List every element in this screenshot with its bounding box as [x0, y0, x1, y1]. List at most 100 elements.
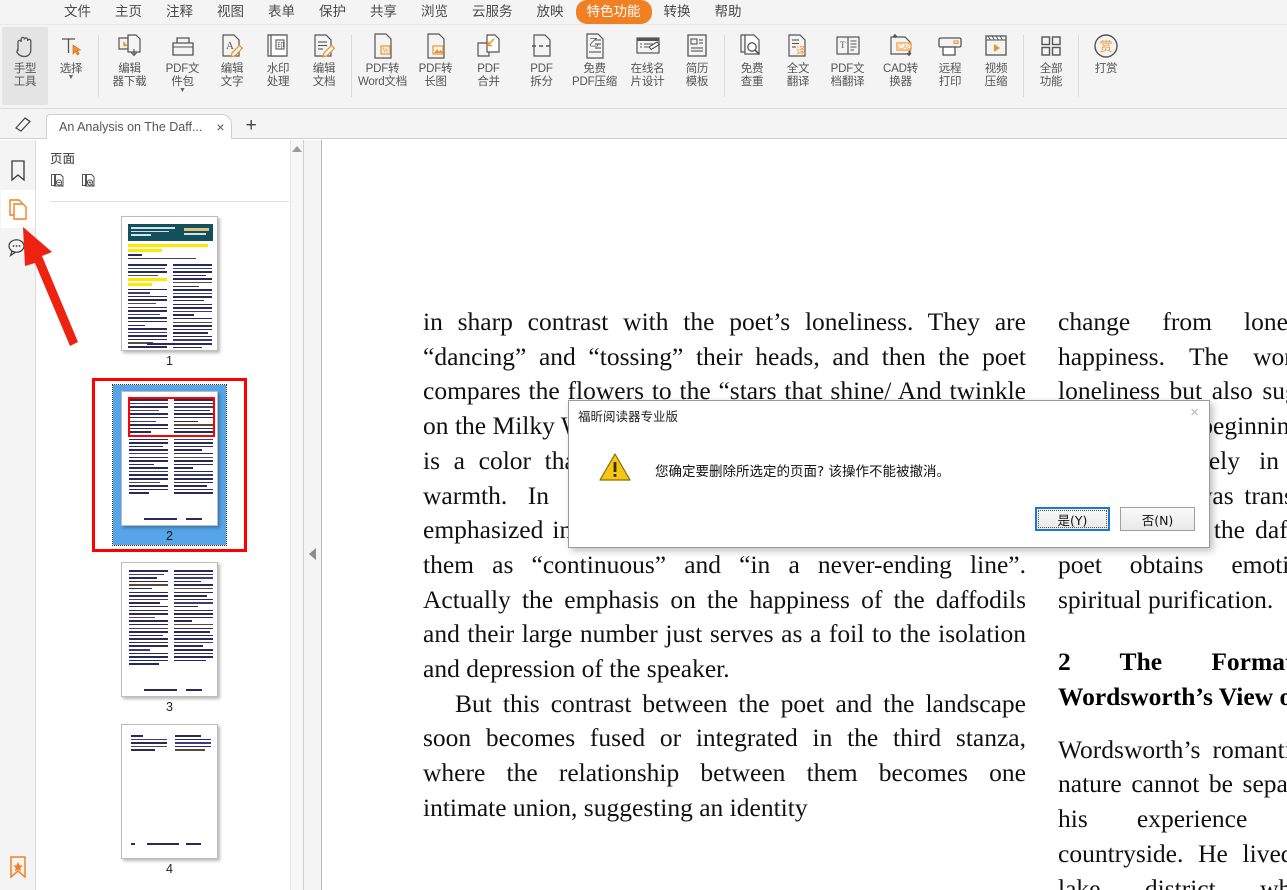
ribbon-button-remote-print[interactable]: 远程打印 — [927, 27, 973, 105]
menu-item-label: 视图 — [217, 4, 244, 19]
ribbon-button-label: 打赏 — [1095, 63, 1118, 76]
chevron-down-icon[interactable]: ▼ — [68, 75, 75, 81]
sidebar-item-bookmark[interactable] — [1, 152, 35, 190]
ribbon-button-pdf-compress[interactable]: 乙免费PDF压缩 — [568, 27, 621, 105]
menu-item-11[interactable]: 转换 — [652, 0, 703, 24]
ribbon-button-resume-template[interactable]: 简历模板 — [674, 27, 720, 105]
sidebar-item-pages[interactable] — [1, 190, 35, 228]
pdf-translate-icon: T — [833, 31, 863, 61]
menu-item-label: 文件 — [64, 4, 91, 19]
menu-item-4[interactable]: 表单 — [256, 0, 307, 24]
ribbon-button-select-tool[interactable]: 选择▼ — [48, 27, 94, 105]
ribbon-group-5: 赏打赏 — [1083, 25, 1129, 109]
ribbon-button-label: CAD转换器 — [883, 63, 918, 89]
ribbon-group-separator — [351, 35, 352, 97]
pages-panel-title: 页面 — [50, 148, 303, 167]
document-tab[interactable]: An Analysis on The Daff... × — [46, 114, 232, 139]
editor-download-icon — [115, 31, 145, 61]
menu-item-label: 转换 — [664, 4, 691, 19]
sidebar-item-comments[interactable] — [1, 228, 35, 266]
ribbon-button-label: 手型工具 — [14, 63, 37, 89]
svg-text:A: A — [226, 40, 234, 52]
watermark-icon: 印 — [263, 31, 293, 61]
menu-item-1[interactable]: 主页 — [103, 0, 154, 24]
favorites-icon[interactable] — [0, 856, 36, 880]
chevron-down-icon[interactable]: ▼ — [179, 88, 186, 94]
ribbon-button-edit-text[interactable]: A编辑文字 — [209, 27, 255, 105]
pages-thumbnail-panel: 页面 — [36, 140, 304, 890]
ribbon-button-label: 编辑文档 — [313, 63, 336, 89]
menu-item-6[interactable]: 共享 — [358, 0, 409, 24]
document-tab-strip: An Analysis on The Daff... × + — [0, 109, 1287, 139]
ribbon-toolbar: 手型工具选择▼编辑器下载PDF文件包▼A编辑文字印水印处理编辑文档 WPDF转Wo… — [0, 25, 1287, 109]
menu-item-3[interactable]: 视图 — [205, 0, 256, 24]
yes-button[interactable]: 是(Y) — [1035, 507, 1110, 531]
page-number-label: 4 — [166, 862, 173, 876]
ribbon-button-editor-download[interactable]: 编辑器下载 — [103, 27, 156, 105]
yes-button-label: 是(Y) — [1058, 510, 1088, 529]
document-tab-title: An Analysis on The Daff... — [59, 120, 202, 134]
thumbnail-list[interactable]: 1 — [36, 202, 303, 890]
ribbon-button-edit-document[interactable]: 编辑文档 — [301, 27, 347, 105]
ribbon-button-label: 在线名片设计 — [631, 63, 665, 89]
ribbon-button-full-translate[interactable]: 译全文翻译 — [775, 27, 821, 105]
menu-item-label: 表单 — [268, 4, 295, 19]
menu-item-label: 主页 — [115, 4, 142, 19]
no-button[interactable]: 否(N) — [1120, 507, 1195, 531]
ribbon-button-pdf-merge[interactable]: PDF合并 — [462, 27, 515, 105]
ribbon-button-hand-tool[interactable]: 手型工具 — [2, 27, 48, 105]
page-selection-highlight: 2 — [92, 378, 247, 552]
panel-splitter[interactable] — [304, 140, 322, 890]
ribbon-button-pdf-to-image[interactable]: PDF转长图 — [409, 27, 462, 105]
new-tab-button[interactable]: + — [246, 117, 257, 138]
menu-item-0[interactable]: 文件 — [52, 0, 103, 24]
select-tool-icon — [56, 31, 86, 61]
ribbon-button-card-design[interactable]: 在线名片设计 — [621, 27, 674, 105]
all-features-icon — [1036, 31, 1066, 61]
menu-item-8[interactable]: 云服务 — [460, 0, 525, 24]
ribbon-button-watermark[interactable]: 印水印处理 — [255, 27, 301, 105]
menu-item-label: 放映 — [537, 4, 564, 19]
menu-item-10[interactable]: 特色功能 — [576, 0, 652, 24]
thumbnail-page-2[interactable]: 2 — [36, 378, 303, 552]
menu-item-9[interactable]: 放映 — [525, 0, 576, 24]
edit-document-icon — [309, 31, 339, 61]
collapse-panel-arrow-icon[interactable] — [309, 548, 316, 560]
svg-text:W: W — [382, 47, 389, 55]
ribbon-button-pdf-package[interactable]: PDF文件包▼ — [156, 27, 209, 105]
menu-item-7[interactable]: 浏览 — [409, 0, 460, 24]
menu-item-2[interactable]: 注释 — [154, 0, 205, 24]
menu-item-5[interactable]: 保护 — [307, 0, 358, 24]
ribbon-button-video-compress[interactable]: 视频压缩 — [973, 27, 1019, 105]
ribbon-button-label: 水印处理 — [267, 63, 290, 89]
pdf-split-icon — [527, 31, 557, 61]
ribbon-button-cad-convert[interactable]: CADCAD转换器 — [874, 27, 927, 105]
thumbnail-page-3[interactable]: 3 — [36, 562, 303, 714]
scroll-up-arrow-icon[interactable] — [292, 146, 302, 152]
svg-text:赏: 赏 — [1099, 39, 1112, 54]
ribbon-group-3: 免费查重译全文翻译TPDF文档翻译CADCAD转换器远程打印视频压缩 — [729, 25, 1019, 109]
ribbon-button-pdf-split[interactable]: PDF拆分 — [515, 27, 568, 105]
plagiarism-check-icon — [737, 31, 767, 61]
ribbon-button-reward[interactable]: 赏打赏 — [1083, 27, 1129, 105]
eraser-icon[interactable] — [0, 108, 46, 138]
svg-text:T: T — [840, 40, 846, 50]
ribbon-button-pdf-to-word[interactable]: WPDF转Word文档 — [356, 27, 409, 105]
thumbnail-scrollbar[interactable] — [290, 140, 303, 890]
page-preview — [121, 724, 218, 859]
ribbon-button-pdf-translate[interactable]: TPDF文档翻译 — [821, 27, 874, 105]
close-icon[interactable]: × — [216, 121, 224, 133]
ribbon-button-plagiarism-check[interactable]: 免费查重 — [729, 27, 775, 105]
menu-item-12[interactable]: 帮助 — [703, 0, 754, 24]
warning-triangle-icon — [599, 453, 631, 487]
svg-text:译: 译 — [796, 46, 806, 57]
thumbnail-page-4[interactable]: 4 — [36, 724, 303, 876]
confirm-delete-dialog[interactable]: 福昕阅读器专业版 × 您确定要删除所选定的页面? 该操作不能被撤消。 是(Y) … — [568, 400, 1210, 548]
remote-print-icon — [935, 31, 965, 61]
thumbnail-page-1[interactable]: 1 — [36, 216, 303, 368]
zoom-in-thumbnails-icon[interactable] — [81, 173, 98, 195]
close-icon[interactable]: × — [1190, 406, 1199, 420]
ribbon-button-all-features[interactable]: 全部功能 — [1028, 27, 1074, 105]
zoom-out-thumbnails-icon[interactable] — [50, 173, 67, 195]
ribbon-group-4: 全部功能 — [1028, 25, 1074, 109]
